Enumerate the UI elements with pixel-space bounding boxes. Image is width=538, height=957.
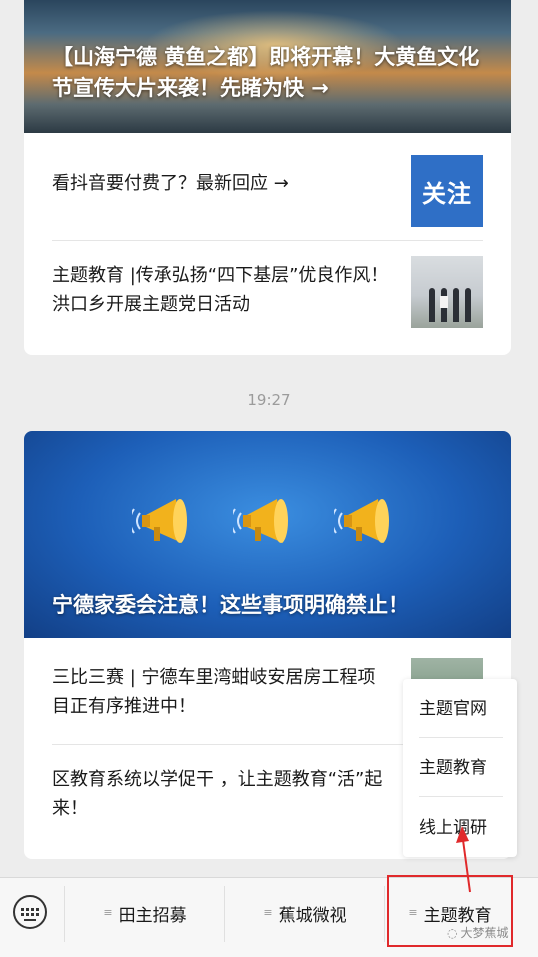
divider — [64, 886, 65, 942]
list-item[interactable]: 看抖音要付费了？最新回应 → 关注 — [52, 133, 483, 241]
divider — [224, 886, 225, 942]
hero-title[interactable]: 【山海宁德 黄鱼之都】即将开幕！大黄鱼文化节宣传大片来袭！先睹为快 → — [52, 42, 491, 104]
article-title[interactable]: 区教育系统以学促干 ，让主题教育“活”起来！ — [52, 765, 389, 823]
watermark: ◌ 大梦蕉城 — [447, 924, 509, 941]
keyboard-icon[interactable] — [13, 895, 47, 929]
menu-lines-icon: ≡ — [263, 906, 273, 919]
article-title[interactable]: 看抖音要付费了？最新回应 → — [52, 169, 393, 198]
list-item[interactable]: 主题教育 |传承弘扬“四下基层”优良作风！洪口乡开展主题党日活动 — [52, 241, 483, 355]
megaphone-icon — [132, 499, 187, 543]
person-figure — [465, 288, 471, 322]
watermark-text: 大梦蕉城 — [460, 926, 509, 940]
message-timestamp: 19:27 — [247, 391, 291, 409]
menu-lines-icon: ≡ — [103, 906, 113, 919]
article-title[interactable]: 三比三赛 | 宁德车里湾蚶岐安居房工程项目正有序推进中！ — [52, 663, 389, 721]
submenu-item-survey[interactable]: 线上调研 — [419, 816, 487, 840]
megaphone-icon — [334, 499, 389, 543]
menu-button-label: 蕉城微视 — [278, 905, 347, 926]
submenu-item-official-site[interactable]: 主题官网 — [419, 697, 487, 721]
person-figure — [429, 288, 435, 322]
thumbnail-follow[interactable]: 关注 — [411, 155, 483, 227]
submenu-item-education[interactable]: 主题教育 — [419, 756, 487, 780]
divider — [384, 886, 385, 942]
article-title[interactable]: 主题教育 |传承弘扬“四下基层”优良作风！洪口乡开展主题党日活动 — [52, 261, 389, 319]
menu-button-video[interactable]: ≡ 蕉城微视 — [226, 896, 384, 930]
person-figure — [453, 288, 459, 322]
wechat-icon: ◌ — [447, 925, 458, 940]
hero-title[interactable]: 宁德家委会注意！这些事项明确禁止！ — [52, 590, 491, 621]
submenu-popup: 主题官网 主题教育 线上调研 — [403, 679, 517, 857]
shirt — [440, 296, 448, 308]
megaphone-icon — [233, 499, 288, 543]
menu-button-recruit[interactable]: ≡ 田主招募 — [66, 896, 224, 930]
article-card-1: 【山海宁德 黄鱼之都】即将开幕！大黄鱼文化节宣传大片来袭！先睹为快 → 看抖音要… — [24, 0, 511, 355]
thumb-text: 关注 — [422, 179, 472, 208]
menu-button-label: 田主招募 — [118, 905, 187, 926]
hero-image-announcement[interactable]: 宁德家委会注意！这些事项明确禁止！ — [24, 431, 511, 638]
divider — [419, 737, 503, 738]
divider — [419, 796, 503, 797]
hero-image-sunset[interactable]: 【山海宁德 黄鱼之都】即将开幕！大黄鱼文化节宣传大片来袭！先睹为快 → — [24, 0, 511, 133]
thumbnail-photo[interactable] — [411, 256, 483, 328]
